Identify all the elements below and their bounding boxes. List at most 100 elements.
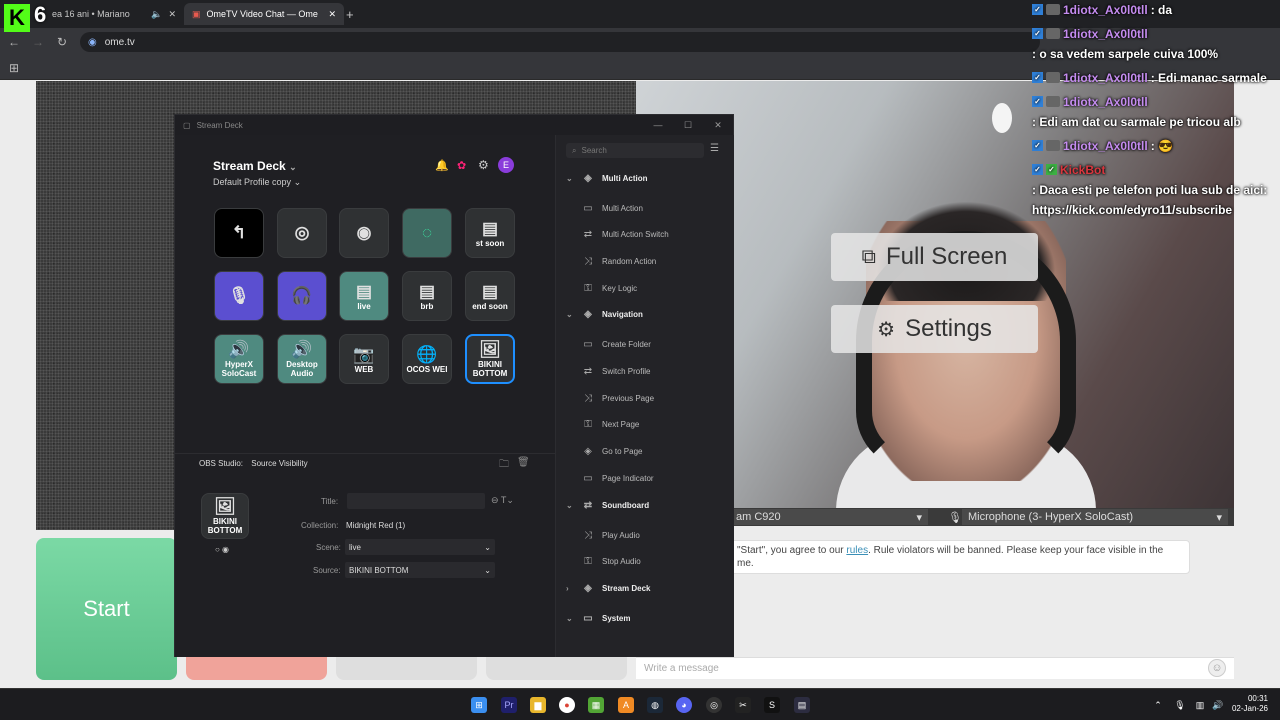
minimize-icon[interactable]: — — [651, 118, 665, 132]
action-item[interactable]: ⤨ Random Action — [580, 248, 755, 274]
key-scene-end-soon[interactable]: ▤ end soon — [465, 271, 515, 321]
windows-start-icon[interactable]: ⊞ — [471, 697, 487, 713]
chevron-down-icon: ▾ — [1216, 511, 1222, 524]
key-scene-live[interactable]: ▤ live — [339, 271, 389, 321]
action-item[interactable]: ▭ Create Folder — [580, 332, 755, 358]
chat-message: ✓ 1diotx_Ax0l0tll : Edi am dat cu sarmal… — [1032, 92, 1280, 132]
profile-select[interactable]: Default Profile copy ⌄ — [213, 177, 301, 188]
app-icon[interactable]: A — [618, 697, 634, 713]
gear-icon[interactable]: ⚙ — [478, 158, 489, 172]
state-toggle[interactable]: ○ ◉ — [215, 545, 229, 554]
action-item[interactable]: ⤨ Play Audio — [580, 522, 755, 548]
tab-ometv[interactable]: ▣ OmeTV Video Chat — Ome ✕ — [184, 3, 344, 25]
url-input[interactable]: ◉ ome.tv — [80, 32, 1040, 52]
stream-chat-overlay: ✓ 1diotx_Ax0l0tll : da ✓ 1diotx_Ax0l0tll… — [1032, 0, 1280, 240]
scene-select[interactable]: live ⌄ — [345, 539, 495, 555]
list-view-icon[interactable]: ☰ — [710, 143, 719, 154]
title-input[interactable] — [347, 493, 485, 509]
network-icon[interactable]: ▥ — [1192, 697, 1208, 713]
minecraft-icon[interactable]: ▦ — [588, 697, 604, 713]
key-browser-source[interactable]: 🌐 OCOS WEI — [402, 334, 452, 384]
action-item[interactable]: ⇄ Multi Action Switch — [580, 222, 755, 248]
action-category[interactable]: ⌄ ◈ Navigation — [566, 302, 741, 328]
control-button[interactable] — [486, 655, 627, 680]
key-label: HyperX SoloCast — [221, 360, 257, 378]
key-hyperx-solocast[interactable]: 🔊 HyperX SoloCast — [214, 334, 264, 384]
close-icon[interactable]: ✕ — [328, 9, 336, 20]
snipping-tool-icon[interactable]: ✂ — [735, 697, 751, 713]
key-mic[interactable]: 🎙 — [214, 271, 264, 321]
settings-button[interactable]: ⚙ Settings — [831, 305, 1038, 353]
new-tab-button[interactable]: + — [346, 3, 362, 25]
key-desktop-audio[interactable]: 🔊 Desktop Audio — [277, 334, 327, 384]
start-button[interactable]: Start — [36, 538, 177, 680]
microphone-tray-icon[interactable]: 🎙 — [1172, 697, 1188, 713]
avatar[interactable]: E — [498, 157, 514, 173]
stop-button[interactable] — [186, 655, 327, 680]
source-select[interactable]: BIKINI BOTTOM ⌄ — [345, 562, 495, 578]
fullscreen-button[interactable]: ⧉ Full Screen — [831, 233, 1038, 281]
action-category[interactable]: › ◈ Stream Deck — [566, 575, 741, 601]
clock[interactable]: 00:31 02-Jan-26 — [1228, 694, 1268, 714]
key-record[interactable]: ◎ — [277, 208, 327, 258]
emoji-icon[interactable]: ☺ — [1208, 659, 1226, 677]
chevron-down-icon: ⌄ — [484, 542, 491, 552]
action-item[interactable]: ⚿ Next Page — [580, 412, 755, 438]
action-category[interactable]: ⌄ ⇄ Soundboard — [566, 492, 741, 518]
trash-icon[interactable]: 🗑 — [517, 457, 530, 468]
key-web[interactable]: 📷 WEB — [339, 334, 389, 384]
folder-icon[interactable]: 🗀 — [499, 457, 509, 474]
forward-icon[interactable]: → — [30, 34, 46, 50]
key-label: BIKINI BOTTOM — [472, 360, 508, 378]
obs-icon[interactable]: ◎ — [706, 697, 722, 713]
action-item[interactable]: ▭ Multi Action — [580, 195, 755, 221]
key-bikini-bottom[interactable]: 🖼 BIKINI BOTTOM — [465, 334, 515, 384]
chrome-icon[interactable]: ● — [559, 697, 575, 713]
action-item[interactable]: ⇄ Switch Profile — [580, 359, 755, 385]
device-select[interactable]: Stream Deck ⌄ — [213, 159, 297, 173]
steam-icon[interactable]: ◍ — [647, 697, 663, 713]
close-icon[interactable]: ✕ — [711, 118, 725, 132]
action-category[interactable]: ⌄ ◈ Multi Action — [566, 165, 741, 191]
rules-link[interactable]: rules — [846, 545, 868, 556]
action-category[interactable]: ⌄ ▭ System — [566, 605, 741, 631]
title-options-icon[interactable]: ⊖ T⌄ — [491, 495, 514, 506]
action-item[interactable]: ⤨ Previous Page — [580, 385, 755, 411]
discord-icon[interactable]: ◕ — [676, 697, 692, 713]
action-item[interactable]: ⚿ Key Logic — [580, 275, 755, 301]
file-explorer-icon[interactable]: ▆ — [530, 697, 546, 713]
control-button[interactable] — [336, 655, 477, 680]
action-item[interactable]: ▭ Page Indicator — [580, 465, 755, 491]
stream-deck-taskbar-icon[interactable]: ▤ — [794, 697, 810, 713]
action-label: Random Action — [602, 256, 657, 266]
site-info-icon[interactable]: ◉ — [88, 37, 97, 48]
sub-badge-icon — [1046, 96, 1060, 107]
key-label: WEB — [354, 364, 374, 374]
marketplace-icon[interactable]: ✿ — [457, 159, 466, 172]
inspector-key-preview[interactable]: 🖼 BIKINI BOTTOM — [201, 493, 249, 539]
chevron-down-icon: ⌄ — [289, 162, 297, 172]
key-headphones[interactable]: 🎧 — [277, 271, 327, 321]
notification-icon[interactable]: 🔔 — [435, 159, 449, 172]
action-item[interactable]: ◈ Go to Page — [580, 439, 755, 465]
tab-music[interactable]: ea 16 ani • Mariano 🔈 ✕ — [44, 3, 184, 25]
actions-search-input[interactable]: ⌕ Search — [566, 143, 704, 158]
microphone-select[interactable]: Microphone (3- HyperX SoloCast) ▾ — [962, 509, 1228, 525]
premiere-icon[interactable]: Pr — [501, 697, 517, 713]
chevron-up-icon[interactable]: ⌃ — [1150, 697, 1166, 713]
key-back[interactable]: ↰ — [214, 208, 264, 258]
maximize-icon[interactable]: ☐ — [681, 118, 695, 132]
s-app-icon[interactable]: S — [764, 697, 780, 713]
message-input[interactable]: Write a message — [636, 657, 1234, 679]
key-scene-brb[interactable]: ▤ brb — [402, 271, 452, 321]
key-scene-st-soon[interactable]: ▤ st soon — [465, 208, 515, 258]
volume-icon[interactable]: 🔊 — [1210, 697, 1226, 713]
action-item[interactable]: ⚿ Stop Audio — [580, 549, 755, 575]
reload-icon[interactable]: ↻ — [54, 34, 70, 50]
camera-select[interactable]: am C920 ▾ — [730, 509, 928, 525]
back-icon[interactable]: ← — [6, 34, 22, 50]
key-pause-record[interactable]: ◉ — [339, 208, 389, 258]
close-icon[interactable]: ✕ — [168, 9, 176, 20]
key-replay[interactable]: ◌ — [402, 208, 452, 258]
apps-grid-icon[interactable]: ⊞ — [6, 60, 22, 76]
